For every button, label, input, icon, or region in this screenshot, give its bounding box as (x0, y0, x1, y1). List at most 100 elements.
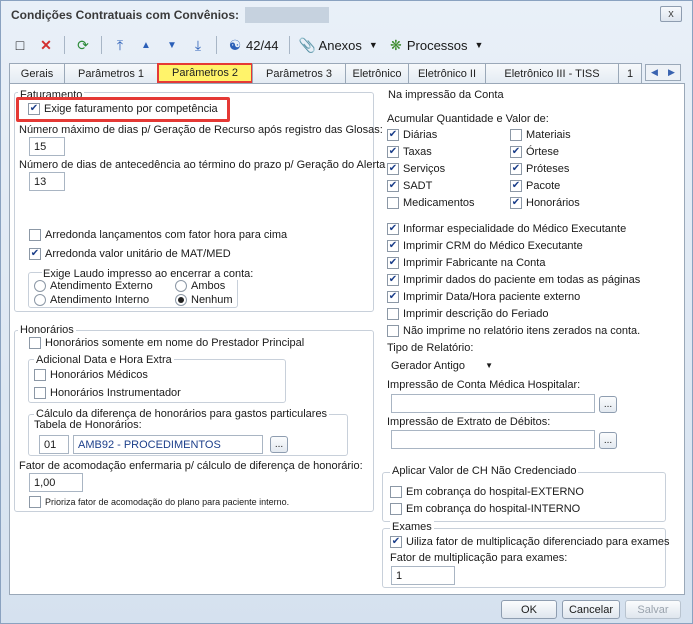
acumular-servicos-label: Serviços (403, 163, 446, 175)
tab-overflow[interactable]: 1 (618, 63, 642, 83)
max-dias-input[interactable]: 15 (29, 137, 65, 156)
laudo-ambos-radio[interactable]: Ambos (175, 280, 225, 292)
honorarios-medicos-label: Honorários Médicos (50, 369, 148, 381)
checkbox-check-icon: ✔ (387, 223, 399, 235)
option-fabricante-checkbox[interactable]: ✔ Imprimir Fabricante na Conta (387, 257, 545, 269)
acumular-medicamentos-label: Medicamentos (403, 197, 475, 209)
delete-button[interactable]: ✕ (35, 35, 57, 55)
checkbox-empty-icon (34, 387, 46, 399)
tab-parametros-1[interactable]: Parâmetros 1 (64, 63, 158, 83)
binoculars-icon: ☯ (228, 36, 242, 53)
arrow-right-icon[interactable]: ▶ (668, 67, 675, 78)
refresh-button[interactable]: ⟳ (72, 35, 94, 55)
next-record-button[interactable]: ▼ (161, 35, 183, 55)
arredonda-mat-checkbox[interactable]: ✔ Arredonda valor unitário de MAT/MED (29, 248, 231, 260)
acumular-pacote-checkbox[interactable]: ✔ Pacote (510, 180, 560, 192)
tabela-lookup-button[interactable]: ... (270, 436, 288, 453)
extrato-input[interactable] (391, 430, 595, 449)
save-button[interactable]: Salvar (625, 600, 681, 619)
option-feriado-checkbox[interactable]: Imprimir descrição do Feriado (387, 308, 549, 320)
acumular-ortese-label: Órtese (526, 146, 560, 158)
redacted-title-field (245, 7, 330, 23)
search-button[interactable]: ☯ 42/44 (224, 35, 282, 55)
previous-record-button[interactable]: ▲ (135, 35, 157, 55)
antecedencia-label: Número de dias de antecedência ao términ… (19, 159, 386, 171)
acumular-taxas-checkbox[interactable]: ✔ Taxas (387, 146, 432, 158)
acumular-diarias-label: Diárias (403, 129, 438, 141)
option-itens-zerados-checkbox[interactable]: Não imprime no relatório itens zerados n… (387, 325, 640, 337)
tab-panel: Faturamento ✔ Exige faturamento por compe… (9, 83, 685, 595)
acumular-materiais-checkbox[interactable]: Materiais (510, 129, 571, 141)
radio-icon (34, 280, 46, 292)
tab-eletronico[interactable]: Eletrônico (345, 63, 409, 83)
first-record-button[interactable]: ⤒ (109, 35, 131, 55)
tabela-code-input[interactable]: 01 (39, 435, 69, 454)
conta-medica-input[interactable] (391, 394, 595, 413)
tab-parametros-3[interactable]: Parâmetros 3 (252, 63, 346, 83)
honorarios-medicos-checkbox[interactable]: Honorários Médicos (34, 369, 148, 381)
fator-acomodacao-label: Fator de acomodação enfermaria p/ cálcul… (19, 460, 363, 472)
checkbox-empty-icon (390, 486, 402, 498)
acumular-sadt-checkbox[interactable]: ✔ SADT (387, 180, 432, 192)
tab-eletronico-iii-tiss[interactable]: Eletrônico III - TISS (485, 63, 619, 83)
honorarios-instrumentador-checkbox[interactable]: Honorários Instrumentador (34, 387, 181, 399)
new-button[interactable]: □ (9, 35, 31, 55)
tipo-relatorio-select[interactable]: Gerador Antigo ▼ (387, 356, 499, 375)
ch-interno-checkbox[interactable]: Em cobrança do hospital-INTERNO (390, 503, 580, 515)
honorarios-somente-checkbox[interactable]: Honorários somente em nome do Prestador … (29, 337, 304, 349)
chevron-down-icon: ▼ (474, 40, 484, 50)
exames-fator-input[interactable]: 1 (391, 566, 455, 585)
tab-strip: Gerais Parâmetros 1 Parâmetros 2 Parâmet… (9, 63, 681, 83)
tab-scroll-buttons[interactable]: ◀ ▶ (645, 64, 681, 81)
acumular-medicamentos-checkbox[interactable]: Medicamentos (387, 197, 475, 209)
option-dados-paciente-checkbox[interactable]: ✔ Imprimir dados do paciente em todas as … (387, 274, 640, 286)
tab-eletronico-ii[interactable]: Eletrônico II (408, 63, 486, 83)
tabela-name-field: AMB92 - PROCEDIMENTOS (73, 435, 263, 454)
arredonda-fator-checkbox[interactable]: Arredonda lançamentos com fator hora par… (29, 229, 287, 241)
tab-parametros-2[interactable]: Parâmetros 2 (157, 63, 253, 83)
option-data-hora-checkbox[interactable]: ✔ Imprimir Data/Hora paciente externo (387, 291, 580, 303)
laudo-interno-radio[interactable]: Atendimento Interno (34, 294, 149, 306)
exige-competencia-checkbox[interactable]: ✔ Exige faturamento por competência (28, 103, 218, 115)
checkbox-empty-icon (390, 503, 402, 515)
exige-competencia-label: Exige faturamento por competência (44, 103, 218, 115)
acumular-proteses-checkbox[interactable]: ✔ Próteses (510, 163, 569, 175)
option-crm-checkbox[interactable]: ✔ Imprimir CRM do Médico Executante (387, 240, 583, 252)
refresh-icon: ⟳ (77, 36, 89, 53)
last-record-button[interactable]: ⤓ (187, 35, 209, 55)
acumular-ortese-checkbox[interactable]: ✔ Órtese (510, 146, 559, 158)
toolbar-separator (64, 36, 65, 54)
toolbar-separator (101, 36, 102, 54)
cancel-button[interactable]: Cancelar (562, 600, 620, 619)
ch-externo-checkbox[interactable]: Em cobrança do hospital-EXTERNO (390, 486, 584, 498)
prioriza-fator-checkbox[interactable]: Prioriza fator de acomodação do plano pa… (29, 496, 289, 508)
option-fabricante-label: Imprimir Fabricante na Conta (403, 257, 546, 269)
ch-interno-label: Em cobrança do hospital-INTERNO (406, 503, 581, 515)
antecedencia-input[interactable]: 13 (29, 172, 65, 191)
exames-utiliza-checkbox[interactable]: ✔ Uiliza fator de multiplicação diferenci… (390, 536, 670, 548)
fator-acomodacao-input[interactable]: 1,00 (29, 473, 83, 492)
option-especialidade-checkbox[interactable]: ✔ Informar especialidade do Médico Execut… (387, 223, 626, 235)
checkbox-empty-icon (29, 337, 41, 349)
laudo-interno-label: Atendimento Interno (50, 294, 150, 306)
acumular-honorarios-checkbox[interactable]: ✔ Honorários (510, 197, 580, 209)
ch-group-label: Aplicar Valor de CH Não Credenciado (390, 465, 579, 477)
checkbox-empty-icon (29, 496, 41, 508)
processos-menu[interactable]: ❋ Processos ▼ (385, 35, 487, 55)
anexos-label: Anexos (318, 37, 362, 53)
chevron-down-icon: ▼ (485, 361, 493, 370)
honorarios-somente-label: Honorários somente em nome do Prestador … (45, 337, 305, 349)
checkbox-check-icon: ✔ (510, 163, 522, 175)
close-button[interactable]: x (660, 6, 682, 22)
extrato-lookup-button[interactable]: ... (599, 432, 617, 449)
acumular-servicos-checkbox[interactable]: ✔ Serviços (387, 163, 445, 175)
ok-button[interactable]: OK (501, 600, 557, 619)
tab-gerais[interactable]: Gerais (9, 63, 65, 83)
laudo-nenhum-radio[interactable]: Nenhum (175, 294, 233, 306)
extrato-label: Impressão de Extrato de Débitos: (387, 416, 551, 428)
laudo-externo-radio[interactable]: Atendimento Externo (34, 280, 153, 292)
arrow-left-icon[interactable]: ◀ (651, 67, 658, 78)
conta-medica-lookup-button[interactable]: ... (599, 396, 617, 413)
anexos-menu[interactable]: 📎 Anexos ▼ (297, 35, 381, 55)
acumular-diarias-checkbox[interactable]: ✔ Diárias (387, 129, 437, 141)
